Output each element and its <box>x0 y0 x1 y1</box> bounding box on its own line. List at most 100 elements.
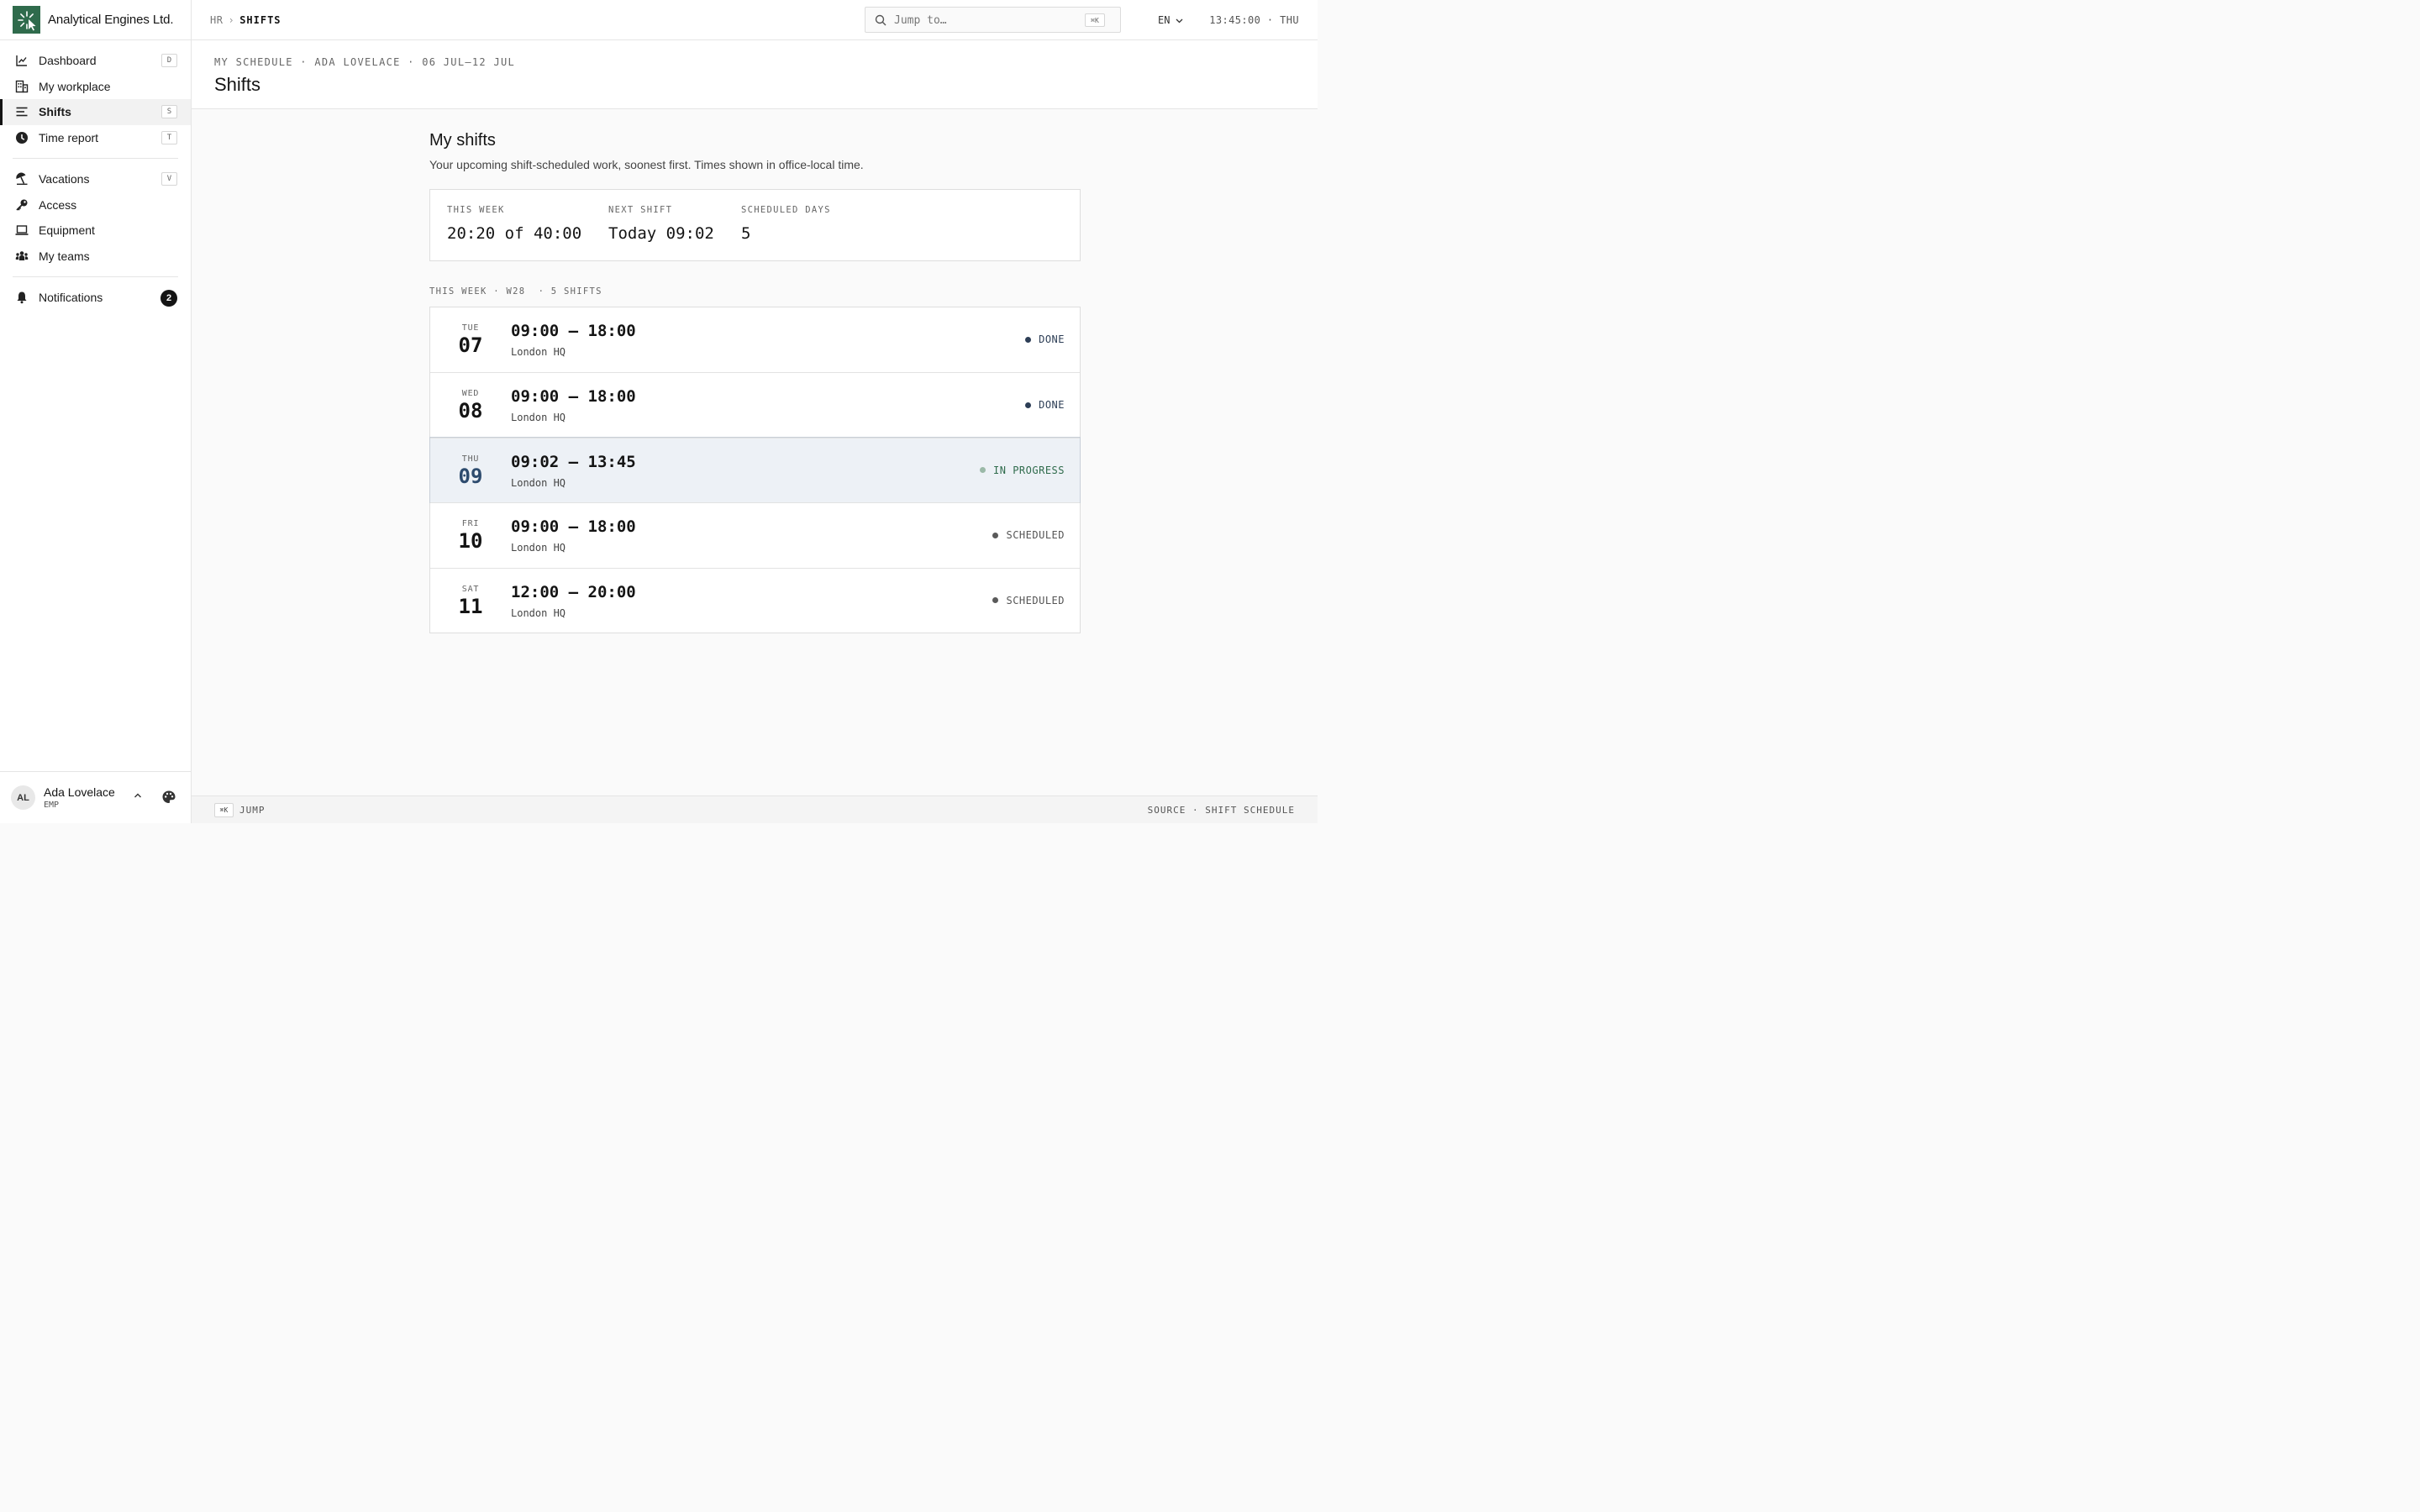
status-dot <box>992 532 999 538</box>
shift-day: 08 <box>458 399 483 423</box>
shift-time: 09:00 – 18:00 <box>511 517 636 537</box>
page-header: MY SCHEDULE · ADA LOVELACE · 06 JUL–12 J… <box>192 40 1318 109</box>
stat-value: 20:20 of 40:00 <box>447 224 582 243</box>
shift-weekday: WED <box>461 389 480 399</box>
bell-icon <box>17 291 27 304</box>
page-pretitle: MY SCHEDULE · ADA LOVELACE · 06 JUL–12 J… <box>214 56 516 68</box>
shift-row[interactable]: SAT 11 12:00 – 20:00 London HQ SCHEDULED <box>430 567 1080 633</box>
sidebar: Analytical Engines Ltd. Dashboard D My w… <box>0 0 192 823</box>
search-icon <box>875 14 886 26</box>
sidebar-item-vacations[interactable]: Vacations V <box>0 166 191 192</box>
status-text: SCHEDULED <box>1006 529 1065 542</box>
stat-value: 5 <box>741 224 751 243</box>
status-text: IN PROGRESS <box>993 464 1065 476</box>
sidebar-item-my-teams[interactable]: My teams <box>0 244 191 270</box>
sidebar-item-time-report[interactable]: Time report T <box>0 125 191 151</box>
app-root: Analytical Engines Ltd. Dashboard D My w… <box>0 0 1318 823</box>
sidebar-item-label: My workplace <box>39 79 111 93</box>
shift-weekday: FRI <box>461 519 480 529</box>
shift-row[interactable]: TUE 07 09:00 – 18:00 London HQ DONE <box>430 307 1080 372</box>
umbrella-beach-icon <box>16 172 28 186</box>
shortcut-key: S <box>161 105 177 118</box>
sidebar-item-label: Shifts <box>39 105 71 119</box>
section-heading: My shifts <box>429 131 496 150</box>
sidebar-item-dashboard[interactable]: Dashboard D <box>0 48 191 74</box>
jump-shortcut[interactable]: ⌘K <box>214 803 234 817</box>
shift-weekday: TUE <box>461 323 480 333</box>
shift-location: London HQ <box>511 476 566 489</box>
shift-date: FRI 10 <box>430 519 511 553</box>
week-section-label: THIS WEEK · W28 · 5 SHIFTS <box>429 286 602 297</box>
status-text: SCHEDULED <box>1006 594 1065 606</box>
search-input[interactable]: Jump to… ⌘K <box>865 7 1121 33</box>
laptop-icon <box>15 225 29 235</box>
brand-name: Analytical Engines Ltd. <box>48 13 174 27</box>
sidebar-item-label: Equipment <box>39 223 95 238</box>
users-icon <box>15 250 29 260</box>
shift-weekday: THU <box>461 454 480 464</box>
shift-row[interactable]: FRI 10 09:00 – 18:00 London HQ SCHEDULED <box>430 502 1080 567</box>
shift-row-current[interactable]: THU 09 09:02 – 13:45 London HQ IN PROGRE… <box>429 436 1081 504</box>
shift-location: London HQ <box>511 542 566 554</box>
status-dot <box>1025 402 1032 408</box>
language-select[interactable]: EN <box>1158 14 1184 26</box>
shift-row[interactable]: WED 08 09:00 – 18:00 London HQ DONE <box>430 372 1080 437</box>
language-value: EN <box>1158 14 1171 26</box>
sidebar-item-equipment[interactable]: Equipment <box>0 218 191 244</box>
chart-line-icon <box>16 55 27 66</box>
status-badge: DONE <box>1025 399 1065 411</box>
search-placeholder: Jump to… <box>894 14 947 27</box>
shift-weekday: SAT <box>461 584 480 594</box>
user-role: EMP <box>44 801 60 810</box>
shift-day: 07 <box>458 333 483 357</box>
shift-list: TUE 07 09:00 – 18:00 London HQ DONE WED … <box>429 307 1081 633</box>
sidebar-item-access[interactable]: Access <box>0 192 191 218</box>
palette-icon[interactable] <box>161 790 176 805</box>
clock-icon <box>16 131 28 144</box>
stat-next-shift: NEXT SHIFT Today 09:02 <box>608 205 714 243</box>
sidebar-item-label: Access <box>39 197 77 212</box>
sidebar-item-my-workplace[interactable]: My workplace <box>0 74 191 100</box>
sidebar-item-label: Notifications <box>39 291 103 305</box>
avatar: AL <box>11 785 35 810</box>
brand[interactable]: Analytical Engines Ltd. <box>0 0 191 40</box>
sidebar-item-label: My teams <box>39 249 90 263</box>
shift-location: London HQ <box>511 412 566 424</box>
status-badge: IN PROGRESS <box>980 465 1065 476</box>
stat-value: Today 09:02 <box>608 224 714 243</box>
shortcut-key: V <box>161 172 177 186</box>
footer-bar: ⌘K JUMP SOURCE · SHIFT SCHEDULE <box>192 795 1318 823</box>
sidebar-item-notifications[interactable]: Notifications 2 <box>0 285 191 311</box>
list-icon <box>16 107 28 117</box>
chevron-up-icon[interactable] <box>133 790 143 801</box>
sidebar-divider <box>13 158 178 159</box>
shift-date: THU 09 <box>430 454 511 488</box>
sidebar-item-shifts[interactable]: Shifts S <box>0 99 191 125</box>
breadcrumb-separator: › <box>228 14 235 26</box>
section-subtitle: Your upcoming shift-scheduled work, soon… <box>429 158 864 171</box>
sidebar-item-label: Vacations <box>39 172 90 186</box>
key-icon <box>16 199 28 211</box>
jump-label: JUMP <box>239 805 266 816</box>
stat-this-week: THIS WEEK 20:20 of 40:00 <box>447 205 581 243</box>
building-icon <box>15 80 29 92</box>
status-dot <box>980 467 986 474</box>
breadcrumb-parent[interactable]: HR <box>210 14 223 26</box>
shift-date: SAT 11 <box>430 585 511 618</box>
source-label: SOURCE · SHIFT SCHEDULE <box>1147 805 1295 816</box>
shortcut-key: T <box>161 130 177 144</box>
user-menu[interactable]: AL Ada Lovelace EMP <box>0 771 192 823</box>
sidebar-item-label: Time report <box>39 130 99 144</box>
stat-label: SCHEDULED DAYS <box>741 205 831 215</box>
stat-label: NEXT SHIFT <box>608 205 673 215</box>
status-badge: DONE <box>1025 333 1065 345</box>
status-text: DONE <box>1039 333 1065 345</box>
page-title: Shifts <box>214 74 261 95</box>
notification-count-badge: 2 <box>160 290 177 307</box>
status-badge: SCHEDULED <box>992 529 1065 541</box>
stat-scheduled-days: SCHEDULED DAYS 5 <box>741 205 831 243</box>
stat-label: THIS WEEK <box>447 205 505 215</box>
logo-icon <box>13 6 40 34</box>
stats-card: THIS WEEK 20:20 of 40:00 NEXT SHIFT Toda… <box>429 189 1081 261</box>
status-dot <box>1025 336 1032 343</box>
